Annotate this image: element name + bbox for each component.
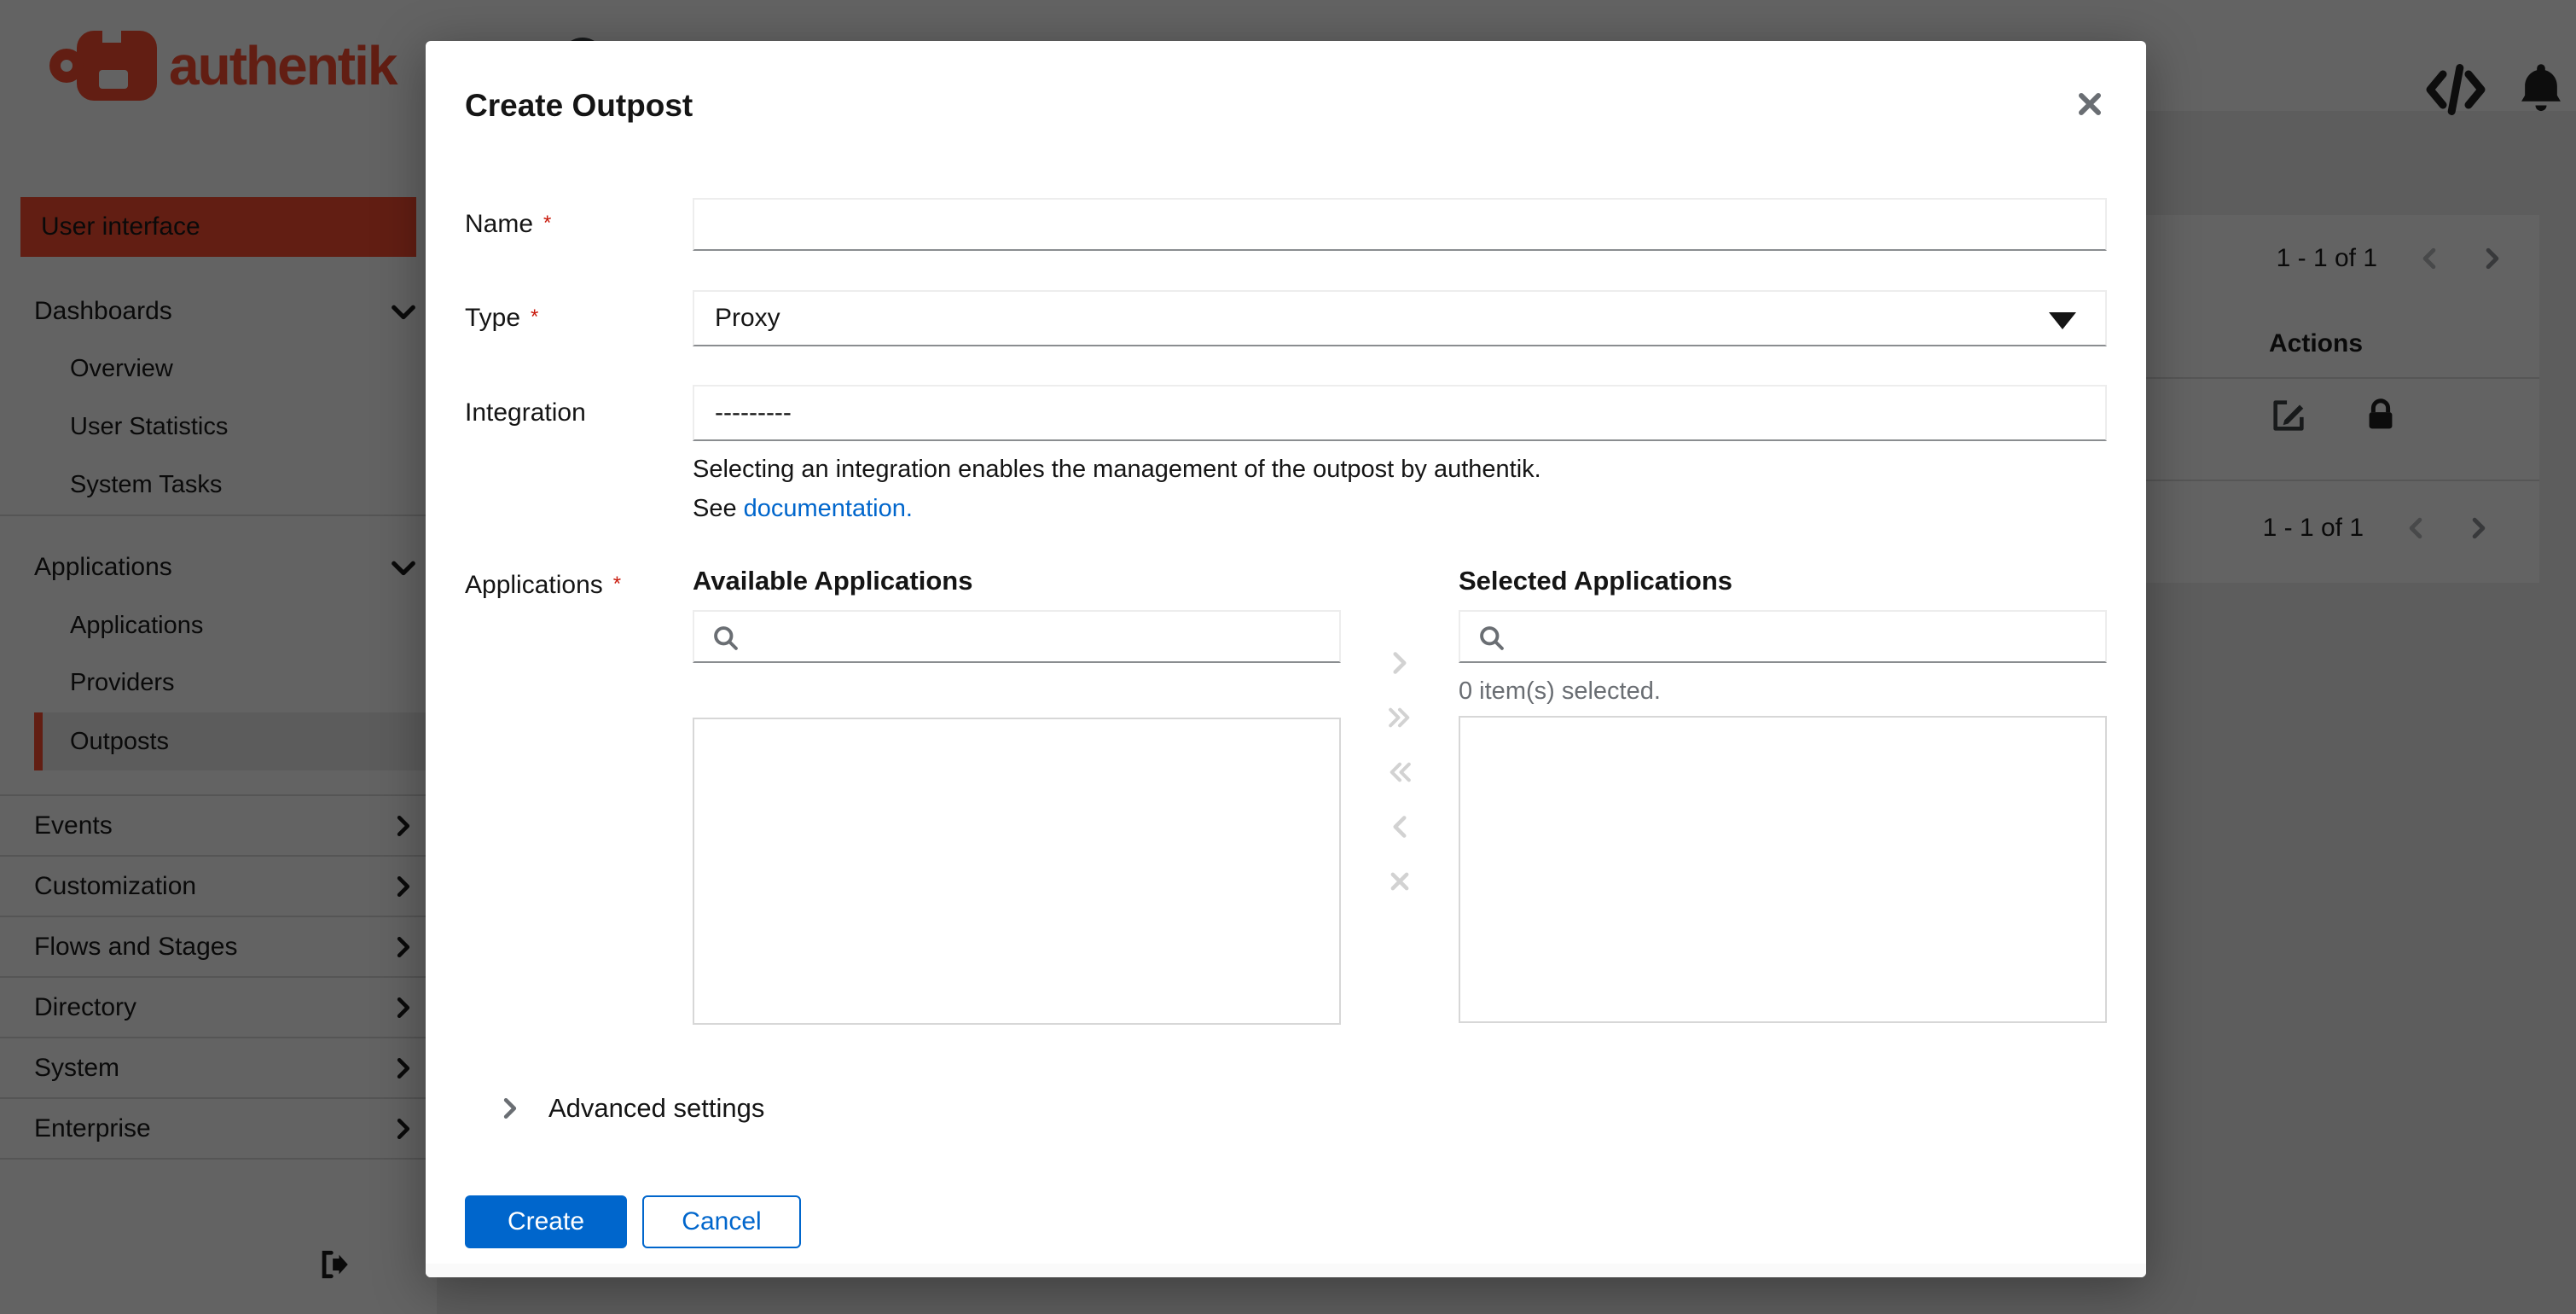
- type-label: Type *: [465, 304, 539, 332]
- selected-applications-column: Selected Applications 0 item(s) selected…: [1459, 566, 2107, 1023]
- caret-down-icon: [2049, 312, 2076, 329]
- chevron-right-icon: [499, 1097, 521, 1119]
- type-select[interactable]: Proxy: [693, 290, 2107, 346]
- integration-label: Integration: [465, 398, 586, 427]
- type-select-value: Proxy: [715, 304, 780, 332]
- documentation-link[interactable]: documentation.: [744, 495, 913, 522]
- remove-all-icon[interactable]: [1381, 753, 1419, 791]
- name-label: Name *: [465, 210, 552, 238]
- available-applications-column: Available Applications: [693, 566, 1341, 1025]
- available-applications-title: Available Applications: [693, 566, 973, 596]
- add-all-icon[interactable]: [1381, 699, 1419, 736]
- integration-select-value: ---------: [715, 398, 792, 427]
- name-field-row: Name *: [465, 198, 2107, 251]
- required-marker: *: [531, 305, 539, 328]
- integration-help: Selecting an integration enables the man…: [465, 453, 2107, 525]
- available-applications-list[interactable]: [693, 718, 1341, 1025]
- modal-actions: Create Cancel: [465, 1195, 2107, 1248]
- required-marker: *: [543, 212, 552, 235]
- applications-label: Applications *: [465, 571, 622, 599]
- cancel-button[interactable]: Cancel: [642, 1195, 801, 1248]
- integration-help-see: See documentation.: [693, 495, 913, 522]
- available-search: [693, 610, 1341, 663]
- modal-footer: [426, 1264, 2146, 1277]
- search-icon: [714, 626, 738, 650]
- selected-search: [1459, 610, 2107, 663]
- add-selected-icon[interactable]: [1381, 644, 1419, 682]
- search-icon: [1480, 626, 1504, 650]
- required-marker: *: [612, 573, 622, 596]
- applications-field-row: Applications * Available Applications Se…: [465, 566, 2107, 1025]
- remove-selected-icon[interactable]: [1381, 808, 1419, 846]
- type-field-row: Type * Proxy: [465, 290, 2107, 346]
- name-input[interactable]: [693, 198, 2107, 251]
- selected-applications-list[interactable]: [1459, 716, 2107, 1023]
- selected-search-input[interactable]: [1520, 612, 2098, 661]
- advanced-settings-label: Advanced settings: [548, 1093, 765, 1123]
- clear-selection-icon[interactable]: [1381, 863, 1419, 900]
- integration-field-row: Integration ---------: [465, 385, 2107, 441]
- selected-applications-title: Selected Applications: [1459, 566, 1732, 596]
- close-icon[interactable]: [2076, 90, 2103, 118]
- selected-count: 0 item(s) selected.: [1459, 677, 1661, 705]
- integration-help-text: Selecting an integration enables the man…: [693, 456, 1541, 483]
- available-search-input[interactable]: [754, 612, 1332, 661]
- create-outpost-modal: Create Outpost Name * Type * Proxy Integ…: [426, 41, 2146, 1277]
- integration-select[interactable]: ---------: [693, 385, 2107, 441]
- dual-list-controls: [1341, 566, 1459, 900]
- advanced-settings-toggle[interactable]: Advanced settings: [499, 1093, 2107, 1124]
- modal-title: Create Outpost: [465, 88, 693, 123]
- create-button[interactable]: Create: [465, 1195, 627, 1248]
